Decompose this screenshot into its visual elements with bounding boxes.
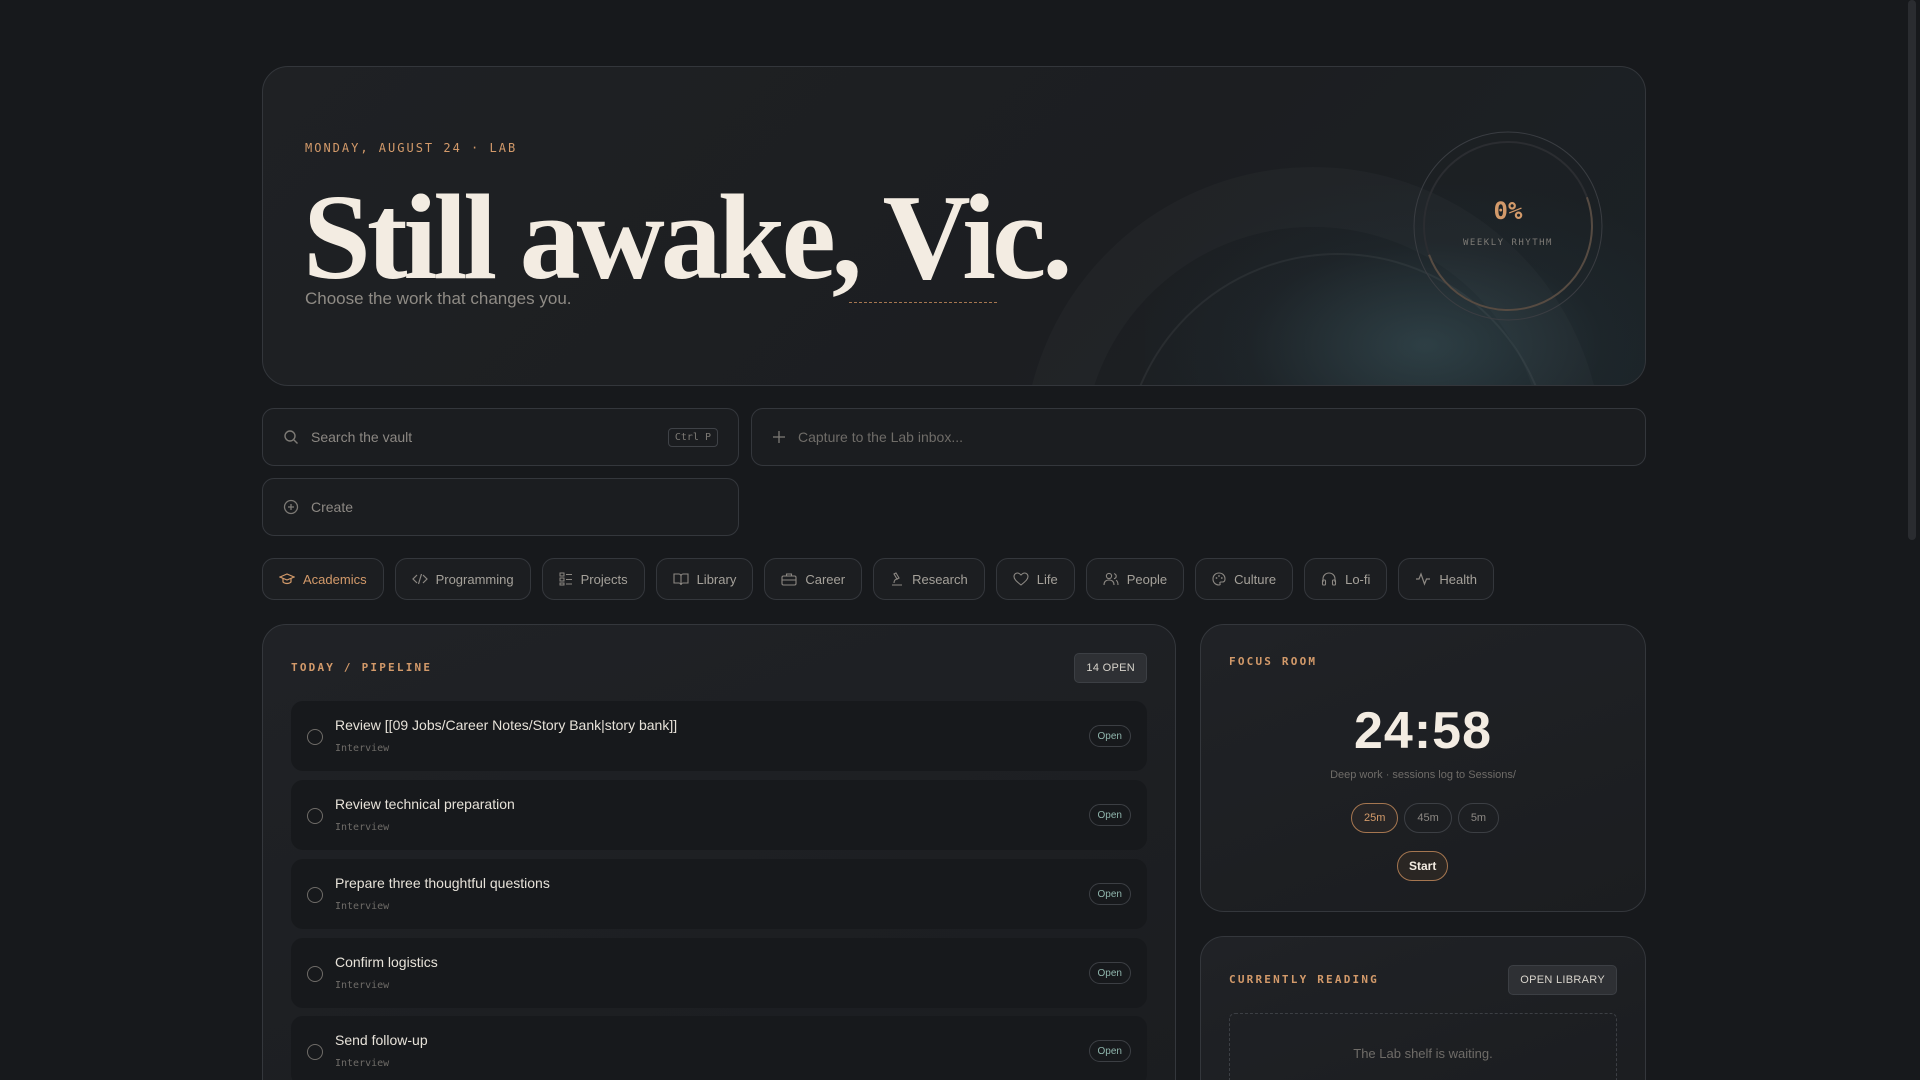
palette-icon: [1212, 572, 1226, 586]
task-checkbox[interactable]: [307, 966, 323, 982]
duration-45m-button[interactable]: 45m: [1404, 803, 1452, 833]
users-icon: [1103, 572, 1119, 586]
plus-icon: [773, 431, 785, 443]
chip-label: Life: [1036, 571, 1058, 587]
duration-options: 25m 45m 5m: [1351, 803, 1500, 833]
search-field[interactable]: Search the vault Ctrl P: [262, 408, 739, 466]
chip-label: Culture: [1234, 571, 1277, 587]
chip-library[interactable]: Library: [655, 558, 754, 600]
capture-input[interactable]: Capture to the Lab inbox...: [798, 429, 963, 445]
chip-projects[interactable]: Projects: [541, 558, 645, 600]
task-status-badge[interactable]: Open: [1088, 962, 1131, 984]
pipeline-title: TODAY / PIPELINE: [291, 661, 433, 674]
activity-icon: [1416, 572, 1431, 586]
focus-timer: 24:58: [1354, 702, 1492, 760]
task-title: Prepare three thoughtful questions: [335, 875, 550, 891]
empty-shelf: The Lab shelf is waiting.: [1229, 1013, 1617, 1080]
graduation-cap-icon: [279, 573, 295, 585]
chip-academics[interactable]: Academics: [262, 558, 384, 600]
create-label: Create: [311, 499, 354, 515]
list-icon: [559, 572, 572, 586]
focus-subtitle: Deep work · sessions log to Sessions/: [1330, 769, 1516, 781]
chip-lofi[interactable]: Lo-fi: [1304, 558, 1388, 600]
task-tag: Interview: [335, 822, 390, 833]
briefcase-icon: [781, 573, 797, 586]
chip-label: Research: [912, 571, 968, 587]
chip-label: Lo-fi: [1345, 571, 1371, 587]
task-tag: Interview: [335, 980, 390, 991]
rhythm-label: WEEKLY RHYTHM: [1463, 238, 1553, 248]
duration-25m-button[interactable]: 25m: [1351, 803, 1399, 833]
task-tag: Interview: [335, 901, 390, 912]
chip-health[interactable]: Health: [1398, 558, 1494, 600]
task-checkbox[interactable]: [307, 1044, 323, 1060]
task-status-badge[interactable]: Open: [1088, 725, 1131, 747]
task-status-badge[interactable]: Open: [1088, 883, 1131, 905]
plus-circle-icon: [283, 499, 299, 515]
task-row[interactable]: Review [[09 Jobs/Career Notes/Story Bank…: [291, 701, 1147, 771]
pipeline-panel: TODAY / PIPELINE 14 OPEN Review [[09 Job…: [262, 624, 1176, 1080]
headphones-icon: [1322, 572, 1337, 586]
task-row[interactable]: Confirm logistics Interview Open: [291, 938, 1147, 1008]
task-title: Review [[09 Jobs/Career Notes/Story Bank…: [335, 717, 678, 733]
currently-reading-panel: CURRENTLY READING OPEN LIBRARY The Lab s…: [1200, 936, 1646, 1080]
reading-title: CURRENTLY READING: [1229, 973, 1379, 986]
task-title: Review technical preparation: [335, 796, 515, 812]
create-button[interactable]: Create: [262, 478, 739, 536]
task-row[interactable]: Prepare three thoughtful questions Inter…: [291, 859, 1147, 929]
greeting-subtitle: Choose the work that changes you.: [305, 289, 572, 308]
capture-field[interactable]: Capture to the Lab inbox...: [751, 408, 1646, 466]
chip-label: Health: [1439, 571, 1477, 587]
search-shortcut: Ctrl P: [667, 427, 718, 447]
chip-culture[interactable]: Culture: [1195, 558, 1294, 600]
date-line: MONDAY, AUGUST 24 · LAB: [305, 141, 518, 155]
search-icon: [284, 430, 298, 444]
start-button[interactable]: Start: [1397, 851, 1449, 881]
focus-room-panel: FOCUS ROOM 24:58 Deep work · sessions lo…: [1200, 624, 1646, 912]
open-library-button[interactable]: OPEN LIBRARY: [1508, 965, 1617, 995]
chip-career[interactable]: Career: [764, 558, 863, 600]
chip-label: People: [1126, 571, 1168, 587]
task-status-badge[interactable]: Open: [1088, 1040, 1131, 1062]
chip-programming[interactable]: Programming: [394, 558, 531, 600]
chip-label: Library: [696, 571, 737, 587]
task-title: Send follow-up: [335, 1032, 428, 1048]
open-count-badge[interactable]: 14 OPEN: [1074, 653, 1147, 683]
rhythm-ring-graphic: [1413, 131, 1603, 321]
task-checkbox[interactable]: [307, 808, 323, 824]
chip-people[interactable]: People: [1085, 558, 1185, 600]
duration-5m-button[interactable]: 5m: [1457, 803, 1500, 833]
category-chips: Academics Programming Projects Library C…: [262, 558, 1494, 600]
chip-research[interactable]: Research: [873, 558, 985, 600]
task-checkbox[interactable]: [307, 887, 323, 903]
focus-title: FOCUS ROOM: [1229, 655, 1318, 668]
code-icon: [411, 573, 428, 585]
rhythm-percentage: 0%: [1493, 197, 1523, 225]
task-row[interactable]: Review technical preparation Interview O…: [291, 780, 1147, 850]
page-scrollbar[interactable]: [1908, 0, 1916, 540]
task-title: Confirm logistics: [335, 954, 438, 970]
chip-label: Academics: [303, 571, 367, 587]
chip-label: Programming: [435, 571, 514, 587]
name-underline: [849, 302, 997, 303]
book-open-icon: [673, 573, 689, 586]
search-input[interactable]: Search the vault: [311, 429, 412, 445]
task-checkbox[interactable]: [307, 729, 323, 745]
task-tag: Interview: [335, 1058, 390, 1069]
task-tag: Interview: [335, 743, 390, 754]
microscope-icon: [892, 572, 903, 586]
chip-life[interactable]: Life: [995, 558, 1075, 600]
hero-banner: MONDAY, AUGUST 24 · LAB Still awake, Vic…: [262, 66, 1646, 386]
weekly-rhythm-ring: 0% WEEKLY RHYTHM: [1413, 131, 1603, 321]
task-row[interactable]: Send follow-up Interview Open: [291, 1016, 1147, 1080]
chip-label: Projects: [580, 571, 628, 587]
chip-label: Career: [805, 571, 846, 587]
task-status-badge[interactable]: Open: [1088, 804, 1131, 826]
heart-icon: [1013, 572, 1029, 586]
